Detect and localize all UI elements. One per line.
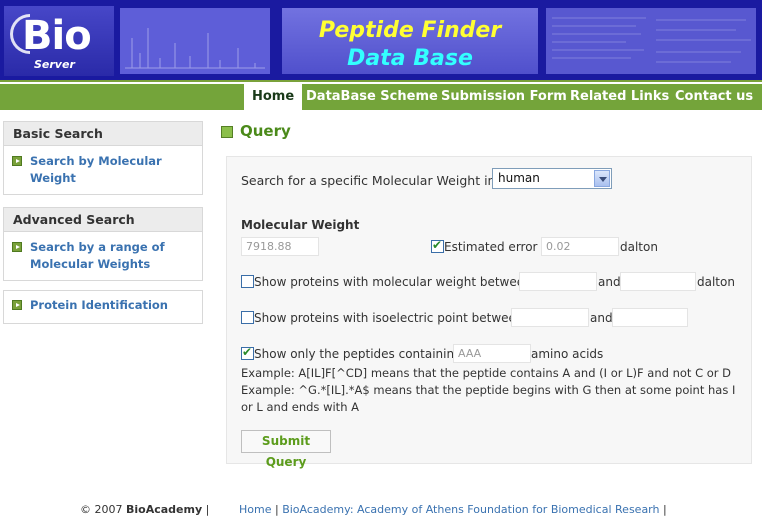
and-label: and	[598, 275, 621, 289]
peptide-filter-label: Show only the peptides containing	[254, 347, 462, 361]
molecular-weight-input[interactable]: 7918.88	[241, 237, 319, 256]
nav-home[interactable]: Home	[244, 84, 303, 110]
amino-acids-label: amino acids	[531, 347, 604, 361]
site-title-line1: Peptide Finder	[318, 18, 502, 43]
spectrum-image-left	[120, 8, 270, 74]
logo-subtext: Server	[34, 58, 75, 71]
spectrum-image-right	[546, 8, 756, 74]
logo-text: Bio	[22, 13, 92, 59]
peptide-pattern-input[interactable]: AAA	[453, 344, 531, 363]
mw-range-max-input[interactable]	[620, 272, 696, 291]
mw-range-min-input[interactable]	[519, 272, 597, 291]
footer-links: Home | BioAcademy: Academy of Athens Fou…	[239, 503, 667, 516]
spectrum-graph-icon	[125, 28, 265, 69]
chevron-down-icon[interactable]	[594, 170, 610, 187]
mw-range-label: Show proteins with molecular weight betw…	[254, 275, 532, 289]
site-title-line2: Data Base	[347, 46, 473, 71]
submit-query-button[interactable]: Submit Query	[241, 430, 331, 469]
arrow-bullet-icon	[12, 156, 22, 166]
nav-database-scheme[interactable]: DataBase Scheme	[298, 84, 446, 110]
footer-home-link[interactable]: Home	[239, 503, 271, 516]
example-line-1: Example: A[IL]F[^CD] means that the pept…	[241, 366, 732, 380]
advanced-search-heading: Advanced Search	[4, 208, 202, 232]
pi-range-checkbox[interactable]	[241, 311, 254, 324]
query-section-icon	[221, 126, 233, 138]
footer-brand: BioAcademy	[126, 503, 203, 516]
estimated-error-label: Estimated error :	[444, 240, 546, 254]
nav-contact-us[interactable]: Contact us	[667, 84, 761, 110]
organism-select[interactable]: human	[492, 168, 612, 189]
arrow-bullet-icon	[12, 300, 22, 310]
example-line-2: Example: ^G.*[IL].*A$ means that the pep…	[241, 383, 736, 414]
basic-search-heading: Basic Search	[4, 122, 202, 146]
sidebar-link-label: Search by Molecular Weight	[30, 154, 162, 185]
pi-range-label: Show proteins with isoelectric point bet…	[254, 311, 524, 325]
footer-academy-link[interactable]: BioAcademy: Academy of Athens Foundation…	[282, 503, 659, 516]
sidebar-link-label: Search by a range of Molecular Weights	[30, 240, 165, 271]
site-title-box: Peptide Finder Data Base	[282, 8, 538, 74]
peptide-filter-checkbox[interactable]	[241, 345, 254, 360]
mw-range-checkbox[interactable]	[241, 275, 254, 288]
nav-related-links[interactable]: Related Links	[562, 84, 677, 110]
advanced-search-box: Advanced Search Search by a range of Mol…	[3, 207, 203, 281]
data-table-graphic-icon	[552, 17, 751, 63]
and-label: and	[590, 311, 613, 325]
arrow-bullet-icon	[12, 242, 22, 252]
pi-range-min-input[interactable]	[511, 308, 589, 327]
estimated-error-checkbox[interactable]	[431, 238, 444, 253]
molecular-weight-heading: Molecular Weight	[241, 218, 360, 232]
sidebar-link-search-by-mw[interactable]: Search by Molecular Weight	[4, 146, 202, 193]
footer-separator: |	[274, 503, 279, 516]
dalton-unit-label: dalton	[697, 275, 735, 289]
sidebar-link-search-by-range[interactable]: Search by a range of Molecular Weights	[4, 232, 202, 279]
search-organism-label: Search for a specific Molecular Weight i…	[241, 173, 496, 188]
sidebar-link-protein-identification[interactable]: Protein Identification	[4, 291, 202, 320]
estimated-error-input[interactable]: 0.02	[541, 237, 619, 256]
query-title: Query	[240, 122, 291, 140]
copyright-text: © 2007	[80, 503, 123, 516]
nav-submission-form[interactable]: Submission Form	[433, 84, 575, 110]
footer-copyright: © 2007 BioAcademy |	[80, 503, 209, 516]
bioserver-logo[interactable]: Bio Server	[4, 6, 114, 76]
pi-range-max-input[interactable]	[612, 308, 688, 327]
main-nav: Home DataBase Scheme Submission Form Rel…	[0, 84, 762, 110]
header-banner: Bio Server Peptide Finder Data Base	[0, 0, 762, 82]
dalton-unit-label: dalton	[620, 240, 658, 254]
sidebar-link-label: Protein Identification	[30, 298, 168, 312]
protein-identification-box: Protein Identification	[3, 290, 203, 324]
footer-separator: |	[205, 503, 210, 516]
footer-separator: |	[662, 503, 667, 516]
organism-select-value: human	[498, 171, 540, 185]
basic-search-box: Basic Search Search by Molecular Weight	[3, 121, 203, 195]
